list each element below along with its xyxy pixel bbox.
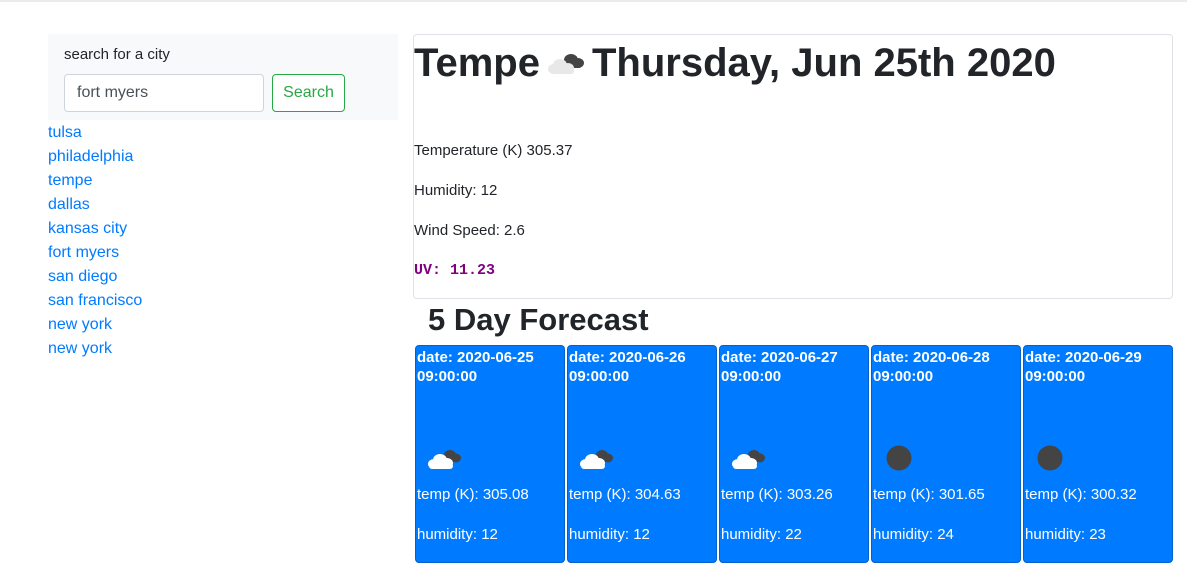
forecast-card: date: 2020-06-26 09:00:00 temp (K): 304.…	[567, 345, 717, 563]
clear-night-icon	[880, 444, 920, 474]
forecast-humidity: humidity: 24	[873, 526, 954, 543]
forecast-humidity: humidity: 23	[1025, 526, 1106, 543]
search-button[interactable]: Search	[272, 74, 345, 112]
search-label: search for a city	[64, 46, 170, 63]
forecast-date: date: 2020-06-28 09:00:00	[873, 349, 990, 385]
current-date: Thursday, Jun 25th 2020	[591, 41, 1056, 85]
top-border	[0, 0, 1187, 2]
history-item[interactable]: san diego	[48, 265, 248, 289]
forecast-date: date: 2020-06-29 09:00:00	[1025, 349, 1142, 385]
broken-clouds-icon	[576, 444, 616, 474]
search-history-list: tulsa philadelphia tempe dallas kansas c…	[48, 121, 248, 361]
clear-night-icon	[1032, 444, 1072, 474]
broken-clouds-icon	[544, 49, 588, 79]
history-item[interactable]: tulsa	[48, 121, 248, 145]
forecast-humidity: humidity: 12	[417, 526, 498, 543]
forecast-card: date: 2020-06-28 09:00:00 temp (K): 301.…	[871, 345, 1021, 563]
forecast-date: date: 2020-06-26 09:00:00	[569, 349, 686, 385]
broken-clouds-icon	[424, 444, 464, 474]
current-wind-speed: Wind Speed: 2.6	[414, 222, 525, 239]
forecast-date: date: 2020-06-27 09:00:00	[721, 349, 838, 385]
current-uv-index: UV: 11.23	[414, 262, 496, 279]
forecast-temp: temp (K): 305.08	[417, 486, 529, 503]
forecast-humidity: humidity: 22	[721, 526, 802, 543]
forecast-card: date: 2020-06-29 09:00:00 temp (K): 300.…	[1023, 345, 1173, 563]
current-humidity: Humidity: 12	[414, 182, 498, 199]
history-item[interactable]: dallas	[48, 193, 248, 217]
current-city: Tempe	[414, 41, 540, 85]
history-item[interactable]: philadelphia	[48, 145, 248, 169]
history-item[interactable]: kansas city	[48, 217, 248, 241]
forecast-temp: temp (K): 304.63	[569, 486, 681, 503]
broken-clouds-icon	[728, 444, 768, 474]
current-temperature: Temperature (K) 305.37	[414, 142, 573, 159]
forecast-temp: temp (K): 303.26	[721, 486, 833, 503]
current-weather-card: Tempe Thursday, Jun 25th 2020 Temperatur…	[413, 34, 1173, 299]
search-panel: search for a city Search	[48, 34, 398, 120]
history-item[interactable]: fort myers	[48, 241, 248, 265]
forecast-humidity: humidity: 12	[569, 526, 650, 543]
history-item[interactable]: tempe	[48, 169, 248, 193]
history-item[interactable]: new york	[48, 313, 248, 337]
history-item[interactable]: new york	[48, 337, 248, 361]
forecast-temp: temp (K): 301.65	[873, 486, 985, 503]
forecast-temp: temp (K): 300.32	[1025, 486, 1137, 503]
forecast-title: 5 Day Forecast	[428, 302, 649, 337]
forecast-date: date: 2020-06-25 09:00:00	[417, 349, 534, 385]
forecast-card: date: 2020-06-27 09:00:00 temp (K): 303.…	[719, 345, 869, 563]
history-item[interactable]: san francisco	[48, 289, 248, 313]
city-search-input[interactable]	[64, 74, 264, 112]
current-title: Tempe Thursday, Jun 25th 2020	[414, 41, 1056, 86]
forecast-card: date: 2020-06-25 09:00:00 temp (K): 305.…	[415, 345, 565, 563]
